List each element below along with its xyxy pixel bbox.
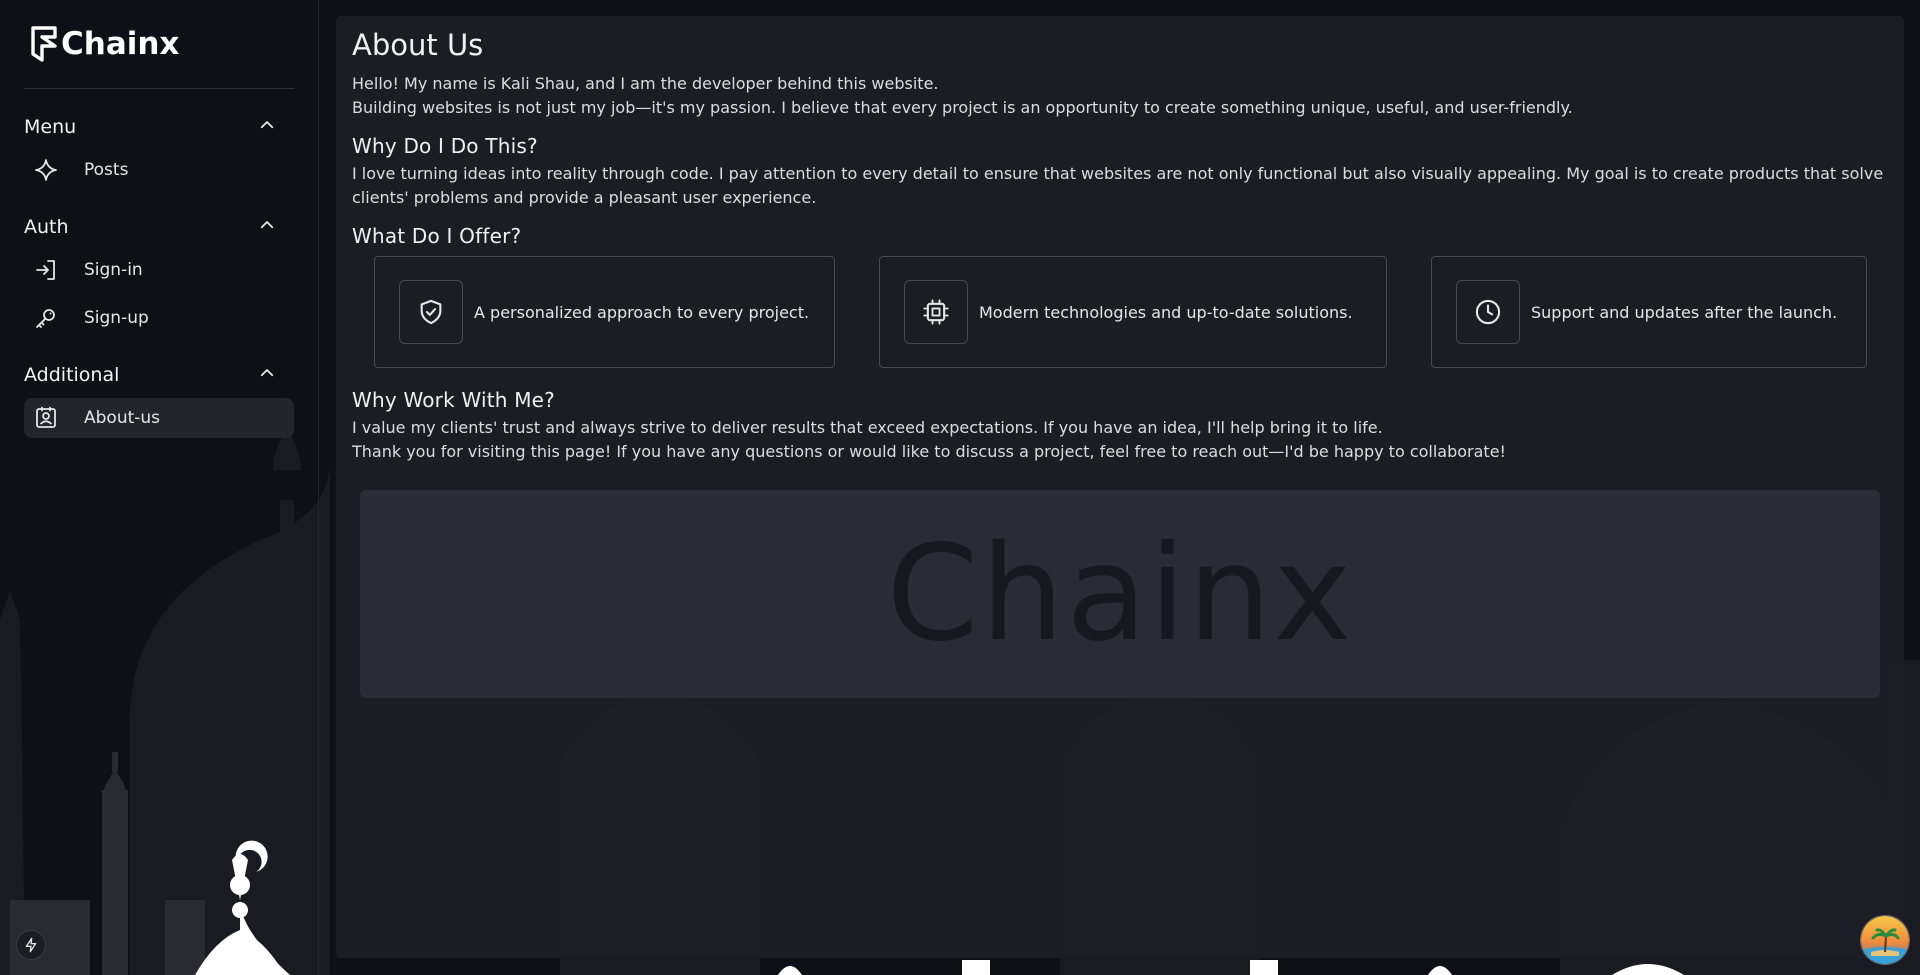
sidebar: Chainx Menu Posts Auth Sign-in Sign-up A… (0, 0, 319, 975)
key-icon (32, 304, 60, 332)
contact-card-icon (32, 404, 60, 432)
brand-logo[interactable]: Chainx (30, 24, 179, 64)
chainx-logo-icon (31, 26, 57, 62)
offer-card: Modern technologies and up-to-date solut… (879, 256, 1387, 368)
work-text: I value my clients' trust and always str… (352, 418, 1383, 437)
sign-in-icon (32, 256, 60, 284)
quick-action-button[interactable] (16, 930, 46, 960)
section-heading-why: Why Do I Do This? (352, 134, 538, 158)
sidebar-item-posts[interactable]: Posts (24, 150, 294, 190)
chevron-up-icon[interactable] (258, 364, 294, 386)
work-text: Thank you for visiting this page! If you… (352, 442, 1506, 461)
chevron-up-icon[interactable] (258, 116, 294, 138)
section-header-menu[interactable]: Menu (24, 112, 294, 142)
intro-line: Building websites is not just my job—it'… (352, 98, 1573, 117)
section-title: Additional (24, 364, 120, 386)
intro-line: Hello! My name is Kali Shau, and I am th… (352, 74, 939, 93)
section-header-additional[interactable]: Additional (24, 360, 294, 390)
logo-divider (24, 88, 294, 89)
sidebar-item-label: About-us (84, 408, 161, 428)
section-heading-work: Why Work With Me? (352, 388, 555, 412)
shield-check-icon (399, 280, 463, 344)
offers-list: A personalized approach to every project… (352, 256, 1892, 374)
section-header-auth[interactable]: Auth (24, 212, 294, 242)
offer-text: Modern technologies and up-to-date solut… (979, 302, 1353, 322)
about-content: About Us Hello! My name is Kali Shau, an… (352, 28, 1892, 464)
sidebar-item-sign-up[interactable]: Sign-up (24, 298, 294, 338)
avatar[interactable] (1860, 915, 1910, 965)
banner-text: Chainx (886, 517, 1354, 671)
offer-card: Support and updates after the launch. (1431, 256, 1867, 368)
sidebar-item-label: Sign-up (84, 308, 149, 328)
section-heading-offer: What Do I Offer? (352, 224, 522, 248)
offer-text: Support and updates after the launch. (1531, 302, 1838, 322)
sidebar-section-menu: Menu Posts (24, 112, 294, 190)
section-title: Auth (24, 216, 69, 238)
cpu-chip-icon (904, 280, 968, 344)
sidebar-item-sign-in[interactable]: Sign-in (24, 250, 294, 290)
sidebar-section-additional: Additional About-us (24, 360, 294, 438)
offer-card: A personalized approach to every project… (374, 256, 835, 368)
sidebar-section-auth: Auth Sign-in Sign-up (24, 212, 294, 338)
main-panel: About Us Hello! My name is Kali Shau, an… (336, 16, 1904, 958)
brand-banner: Chainx (360, 490, 1880, 698)
chevron-up-icon[interactable] (258, 216, 294, 238)
page-title: About Us (352, 28, 484, 62)
sidebar-item-about-us[interactable]: About-us (24, 398, 294, 438)
sidebar-item-label: Posts (84, 160, 129, 180)
why-text: I love turning ideas into reality throug… (352, 164, 1884, 207)
brand-name: Chainx (61, 26, 180, 62)
section-title: Menu (24, 116, 77, 138)
offer-text: A personalized approach to every project… (474, 302, 810, 322)
sparkle-icon (32, 156, 60, 184)
clock-icon (1456, 280, 1520, 344)
lightning-icon (25, 937, 37, 953)
sidebar-item-label: Sign-in (84, 260, 143, 280)
